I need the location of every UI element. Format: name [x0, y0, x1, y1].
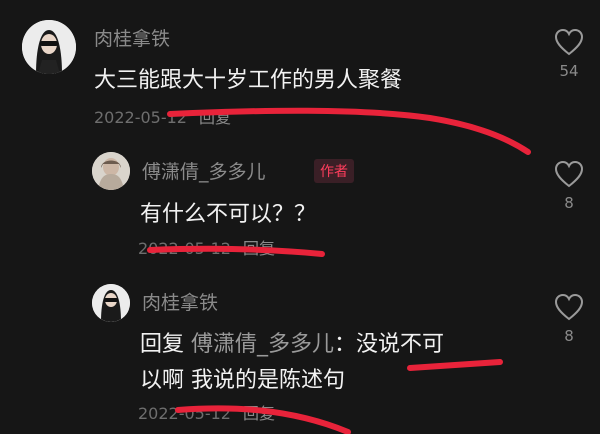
reply-prefix: 回复: [140, 332, 185, 357]
avatar[interactable]: [92, 152, 130, 190]
mention-link[interactable]: 傅潇倩_多多儿: [191, 332, 334, 357]
avatar[interactable]: [92, 284, 130, 322]
heart-icon: [554, 293, 584, 321]
like-count: 8: [564, 194, 574, 212]
comment-username[interactable]: 肉桂拿铁: [94, 24, 170, 51]
comment-text: 大三能跟大十岁工作的男人聚餐: [94, 68, 403, 93]
like-button[interactable]: 54: [544, 28, 594, 80]
comment-text-line2: 以啊 我说的是陈述句: [140, 368, 345, 393]
reply-button[interactable]: 回复: [243, 404, 275, 423]
comment-text-line1: ：没说不可: [334, 332, 445, 357]
reply-button[interactable]: 回复: [199, 108, 231, 127]
comment-date: 2022-05-12: [94, 108, 187, 127]
reply-button[interactable]: 回复: [243, 239, 275, 258]
comment-meta: 2022-05-12 回复: [138, 400, 275, 424]
annotation-stroke: [407, 359, 503, 371]
comment-meta: 2022-05-12 回复: [138, 235, 275, 259]
like-count: 54: [559, 62, 579, 80]
comment-text: 回复 傅潇倩_多多儿：没说不可: [140, 326, 444, 358]
avatar[interactable]: [22, 20, 76, 74]
comment-username[interactable]: 肉桂拿铁: [142, 288, 218, 315]
comment-meta: 2022-05-12 回复: [94, 104, 231, 128]
comment-text: 有什么不可以？？: [140, 202, 317, 227]
avatar-icon: [22, 20, 76, 74]
like-button[interactable]: 8: [544, 160, 594, 212]
avatar-icon: [92, 152, 130, 190]
like-button[interactable]: 8: [544, 293, 594, 345]
comment-username[interactable]: 傅潇倩_多多儿: [142, 157, 266, 184]
avatar-icon: [92, 284, 130, 322]
like-count: 8: [564, 327, 574, 345]
heart-icon: [554, 160, 584, 188]
comment-date: 2022-05-12: [138, 404, 231, 423]
author-badge: 作者: [314, 159, 354, 183]
comment-date: 2022-05-12: [138, 239, 231, 258]
heart-icon: [554, 28, 584, 56]
